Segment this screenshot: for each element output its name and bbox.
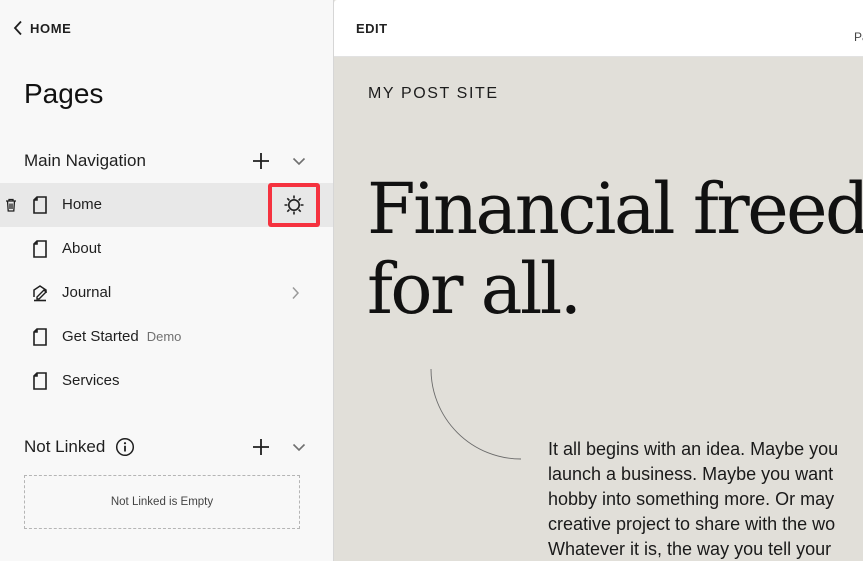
not-linked-header: Not Linked bbox=[24, 434, 309, 460]
page-icon bbox=[31, 327, 49, 347]
plus-icon bbox=[253, 439, 269, 455]
nav-item-services[interactable]: Services bbox=[0, 359, 333, 403]
add-unlinked-page-button[interactable] bbox=[251, 437, 271, 457]
page-title: Pages bbox=[24, 78, 104, 109]
edit-button[interactable]: EDIT bbox=[356, 21, 388, 36]
page-canvas[interactable]: MY POST SITE Financial freed for all. It … bbox=[334, 57, 863, 561]
page-icon bbox=[31, 195, 49, 215]
pages-sidebar: HOME Pages Main Navigation Home About Jo… bbox=[0, 0, 333, 561]
nav-item-label: Journal bbox=[62, 284, 112, 301]
site-preview: EDIT Pa MY POST SITE Financial freedfor … bbox=[333, 0, 863, 561]
gear-icon bbox=[284, 195, 304, 215]
demo-tag: Demo bbox=[146, 329, 182, 344]
nav-item-label: Services bbox=[62, 372, 120, 389]
page-icon bbox=[31, 239, 49, 259]
toolbar-right-text[interactable]: Pa bbox=[854, 30, 863, 44]
collapse-main-navigation-button[interactable] bbox=[289, 151, 309, 171]
not-linked-empty-text: Not Linked is Empty bbox=[110, 496, 214, 508]
page-settings-button[interactable] bbox=[268, 183, 320, 227]
hero-heading[interactable]: Financial freed for all. bbox=[367, 169, 863, 329]
not-linked-title: Not Linked bbox=[24, 437, 106, 456]
nav-item-label: Get Started Demo bbox=[62, 328, 182, 345]
intro-line: launch a business. Maybe you want bbox=[548, 464, 834, 484]
page-icon bbox=[31, 371, 49, 391]
collapse-not-linked-button[interactable] bbox=[289, 437, 309, 457]
intro-line: hobby into something more. Or may bbox=[548, 489, 835, 509]
nav-item-label: About bbox=[62, 240, 102, 257]
nav-item-about[interactable]: About bbox=[0, 227, 333, 271]
info-icon[interactable] bbox=[115, 437, 135, 457]
not-linked-empty-dropzone: Not Linked is Empty bbox=[24, 475, 300, 529]
hero-line-2: for all. bbox=[367, 248, 582, 330]
blog-icon bbox=[31, 283, 49, 303]
add-page-button[interactable] bbox=[251, 151, 271, 171]
nav-item-journal[interactable]: Journal bbox=[0, 271, 333, 315]
nav-item-label: Home bbox=[62, 196, 103, 213]
chevron-down-icon bbox=[292, 157, 306, 166]
main-navigation-header: Main Navigation bbox=[24, 148, 309, 174]
back-home-label: HOME bbox=[30, 20, 72, 36]
editor-toolbar: EDIT Pa bbox=[334, 0, 863, 57]
plus-icon bbox=[253, 153, 269, 169]
intro-line: creative project to share with the wo bbox=[548, 514, 836, 534]
chevron-right-icon[interactable] bbox=[289, 286, 301, 300]
main-navigation-title: Main Navigation bbox=[24, 151, 146, 170]
nav-item-get-started[interactable]: Get Started Demo bbox=[0, 315, 333, 359]
nav-item-home[interactable]: Home bbox=[0, 183, 333, 227]
intro-line: Whatever it is, the way you tell your bbox=[548, 539, 832, 559]
decorative-arc bbox=[430, 368, 522, 460]
intro-line: It all begins with an idea. Maybe you bbox=[548, 439, 839, 459]
chevron-left-icon bbox=[12, 18, 24, 38]
hero-line-1: Financial freed bbox=[367, 168, 863, 250]
back-home-link[interactable]: HOME bbox=[12, 18, 71, 38]
site-title[interactable]: MY POST SITE bbox=[368, 85, 499, 103]
intro-paragraph[interactable]: It all begins with an idea. Maybe you la… bbox=[548, 437, 863, 561]
chevron-down-icon bbox=[292, 443, 306, 452]
trash-icon[interactable] bbox=[4, 197, 18, 213]
